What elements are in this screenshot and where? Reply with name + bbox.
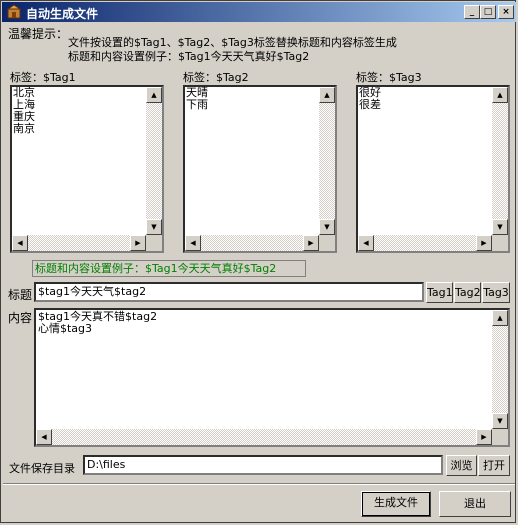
vertical-scrollbar[interactable]: ▲ ▼ <box>492 310 508 429</box>
scroll-right-icon[interactable]: ▶ <box>130 235 146 251</box>
scroll-corner <box>319 235 335 251</box>
horizontal-scrollbar[interactable]: ◀ ▶ <box>358 235 492 251</box>
tag3-label: 标签：$Tag3 <box>356 71 422 84</box>
tag1-listbox[interactable]: 北京 上海 重庆 南京 ▲ ▼ ◀ ▶ <box>10 85 164 253</box>
tag1-label: 标签：$Tag1 <box>10 71 76 84</box>
open-button[interactable]: 打开 <box>478 455 510 476</box>
tag2-insert-button[interactable]: Tag2 <box>454 282 481 303</box>
content-line: 心情$tag3 <box>38 322 93 335</box>
tag2-items: 天晴 下雨 <box>186 87 208 111</box>
minimize-button[interactable]: _ <box>464 5 480 19</box>
scroll-left-icon[interactable]: ◀ <box>358 235 374 251</box>
scroll-corner <box>492 235 508 251</box>
tip-line-2: 标题和内容设置例子：$Tag1今天天气真好$Tag2 <box>68 50 310 63</box>
scroll-right-icon[interactable]: ▶ <box>303 235 319 251</box>
tag3-items: 很好 很差 <box>359 87 381 111</box>
scroll-down-icon[interactable]: ▼ <box>492 413 508 429</box>
browse-button[interactable]: 浏览 <box>446 455 477 476</box>
save-dir-input[interactable]: D:\files <box>83 455 443 475</box>
scroll-corner <box>492 429 508 445</box>
exit-button[interactable]: 退出 <box>439 491 511 517</box>
generate-button[interactable]: 生成文件 <box>361 491 431 517</box>
content-textarea[interactable]: $tag1今天真不错$tag2 心情$tag3 ▲ ▼ ◀ ▶ <box>34 308 510 447</box>
tip-heading: 温馨提示： <box>8 27 69 41</box>
scroll-left-icon[interactable]: ◀ <box>12 235 28 251</box>
list-item[interactable]: 下雨 <box>186 99 208 111</box>
scroll-down-icon[interactable]: ▼ <box>146 219 162 235</box>
horizontal-scrollbar[interactable]: ◀ ▶ <box>12 235 146 251</box>
tag1-insert-button[interactable]: Tag1 <box>426 282 453 303</box>
horizontal-scrollbar[interactable]: ◀ ▶ <box>185 235 319 251</box>
content-field-label: 内容 <box>8 311 33 325</box>
tag1-items: 北京 上海 重庆 南京 <box>13 87 35 135</box>
scroll-left-icon[interactable]: ◀ <box>36 429 52 445</box>
vertical-scrollbar[interactable]: ▲ ▼ <box>146 87 162 235</box>
scroll-up-icon[interactable]: ▲ <box>146 87 162 103</box>
scroll-down-icon[interactable]: ▼ <box>319 219 335 235</box>
scroll-up-icon[interactable]: ▲ <box>492 87 508 103</box>
tag3-listbox[interactable]: 很好 很差 ▲ ▼ ◀ ▶ <box>356 85 510 253</box>
list-item[interactable]: 南京 <box>13 123 35 135</box>
close-button[interactable]: × <box>498 5 514 19</box>
tag2-listbox[interactable]: 天晴 下雨 ▲ ▼ ◀ ▶ <box>183 85 337 253</box>
list-item[interactable]: 很差 <box>359 99 381 111</box>
vertical-scrollbar[interactable]: ▲ ▼ <box>492 87 508 235</box>
title-input[interactable]: $tag1今天天气$tag2 <box>34 282 424 302</box>
vertical-scrollbar[interactable]: ▲ ▼ <box>319 87 335 235</box>
title-field-label: 标题 <box>8 288 33 302</box>
window-title: 自动生成文件 <box>26 7 99 21</box>
horizontal-scrollbar[interactable]: ◀ ▶ <box>36 429 492 445</box>
title-bar: 自动生成文件 _ □ × <box>2 2 516 22</box>
tag2-label: 标签：$Tag2 <box>183 71 249 84</box>
scroll-down-icon[interactable]: ▼ <box>492 219 508 235</box>
content-lines: $tag1今天真不错$tag2 心情$tag3 <box>38 311 157 335</box>
maximize-button[interactable]: □ <box>480 5 496 19</box>
divider <box>3 483 515 485</box>
scroll-right-icon[interactable]: ▶ <box>476 429 492 445</box>
save-dir-label: 文件保存目录 <box>9 462 75 475</box>
scroll-up-icon[interactable]: ▲ <box>492 310 508 326</box>
scroll-up-icon[interactable]: ▲ <box>319 87 335 103</box>
main-window: 自动生成文件 _ □ × 温馨提示： 文件按设置的$Tag1、$Tag2、$Ta… <box>0 0 516 523</box>
scroll-right-icon[interactable]: ▶ <box>476 235 492 251</box>
app-icon <box>6 4 22 19</box>
scroll-corner <box>146 235 162 251</box>
scroll-left-icon[interactable]: ◀ <box>185 235 201 251</box>
tag3-insert-button[interactable]: Tag3 <box>482 282 510 303</box>
example-hint: 标题和内容设置例子：$Tag1今天天气真好$Tag2 <box>32 260 306 277</box>
